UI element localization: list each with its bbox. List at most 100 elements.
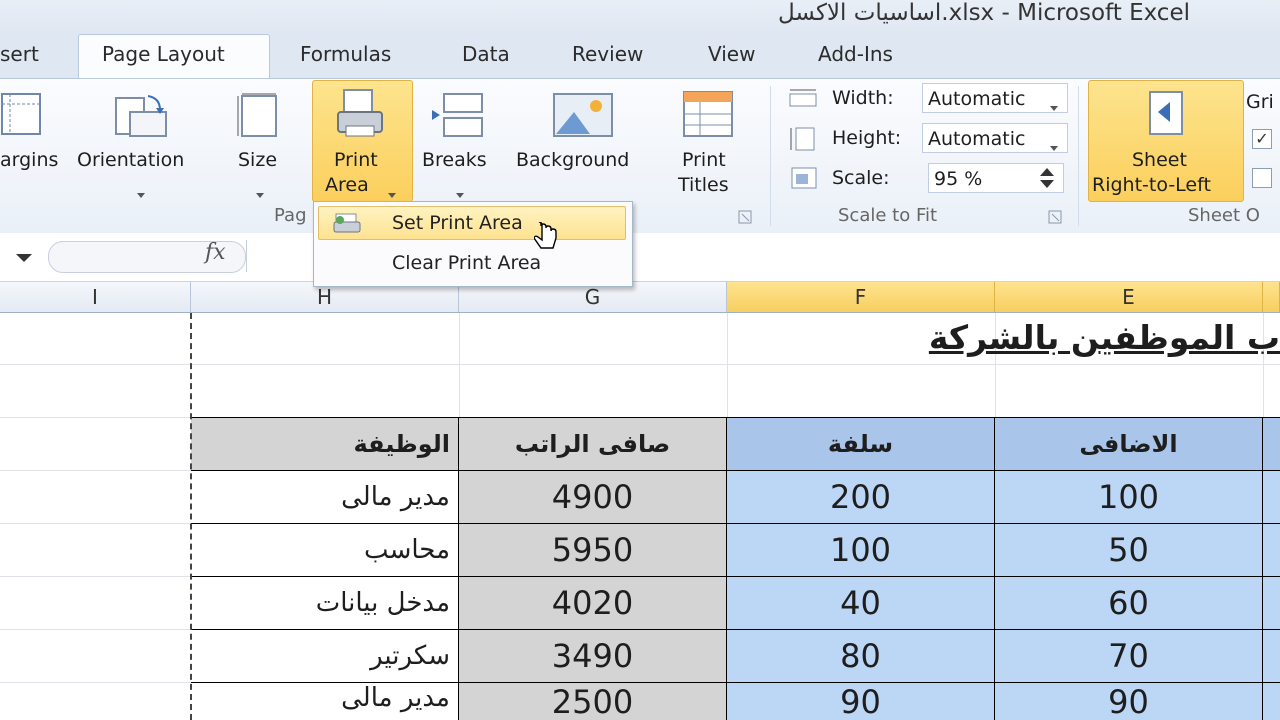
- window-title: اساسيات الاكسل.xlsx - Microsoft Excel: [778, 0, 1190, 26]
- column-header-d[interactable]: [1263, 282, 1280, 312]
- cell-net-salary[interactable]: 2500: [459, 683, 727, 720]
- orientation-label[interactable]: Orientation: [77, 148, 184, 173]
- tab-data[interactable]: Data: [462, 42, 510, 66]
- sheet-title: ب الموظفين بالشركة: [928, 318, 1280, 357]
- gridline: [0, 629, 191, 630]
- cell-advance[interactable]: 90: [727, 683, 995, 720]
- height-dropdown-icon[interactable]: [1050, 136, 1058, 155]
- cell-cut[interactable]: [1263, 524, 1280, 577]
- cell-net-salary[interactable]: 3490: [459, 630, 727, 683]
- insert-function-icon[interactable]: fx: [205, 240, 226, 265]
- header-extra[interactable]: الاضافى: [995, 417, 1263, 471]
- gridlines-label: Gri: [1246, 91, 1274, 113]
- tab-add-ins[interactable]: Add-Ins: [818, 42, 893, 66]
- background-icon[interactable]: [552, 92, 614, 140]
- margins-label[interactable]: argins: [0, 148, 58, 173]
- name-box-dropdown-icon[interactable]: [14, 252, 34, 264]
- print-area-label-line2: Area: [325, 174, 369, 196]
- gridline: [0, 523, 191, 524]
- gridline: [0, 576, 191, 577]
- print-titles-icon[interactable]: [680, 90, 736, 140]
- print-area-dropdown-icon[interactable]: [388, 183, 396, 202]
- header-cut-cell[interactable]: [1263, 417, 1280, 471]
- set-print-area-item[interactable]: Set Print Area: [392, 212, 523, 234]
- width-label: Width:: [832, 87, 894, 109]
- page-break-line: [190, 313, 192, 720]
- tab-view[interactable]: View: [708, 42, 755, 66]
- hand-cursor-icon: [534, 222, 557, 249]
- header-advance[interactable]: سلفة: [727, 417, 995, 471]
- page-setup-launcher-icon[interactable]: [738, 210, 752, 224]
- cell-net-salary[interactable]: 4020: [459, 577, 727, 630]
- cell-advance[interactable]: 40: [727, 577, 995, 630]
- column-header-i[interactable]: I: [0, 282, 191, 312]
- sheet-right-to-left-icon: [1149, 91, 1183, 135]
- gridlines-view-checkbox[interactable]: ✓: [1252, 129, 1272, 149]
- print-area-icon[interactable]: [334, 88, 388, 140]
- cell-advance[interactable]: 80: [727, 630, 995, 683]
- scale-value: 95 %: [934, 168, 983, 190]
- cell-job[interactable]: سكرتير: [191, 630, 459, 683]
- orientation-icon[interactable]: [112, 92, 170, 140]
- breaks-icon[interactable]: [430, 92, 490, 140]
- scale-icon: [791, 167, 817, 189]
- tab-formulas[interactable]: Formulas: [300, 42, 391, 66]
- page-setup-group-label: Pag: [274, 205, 307, 226]
- sheet-options-group-label: Sheet O: [1188, 205, 1260, 226]
- size-icon[interactable]: [236, 92, 286, 140]
- margins-icon[interactable]: [0, 92, 44, 136]
- cell-net-salary[interactable]: 5950: [459, 524, 727, 577]
- sheet-rtl-label-line2: Right-to-Left: [1092, 174, 1211, 196]
- header-job[interactable]: الوظيفة: [191, 417, 459, 471]
- gridlines-print-checkbox[interactable]: [1252, 168, 1272, 188]
- scale-label: Scale:: [832, 167, 890, 189]
- height-icon: [790, 127, 815, 151]
- cell-net-salary[interactable]: 4900: [459, 471, 727, 524]
- cell-advance[interactable]: 100: [727, 524, 995, 577]
- scale-spin-icon[interactable]: [1038, 166, 1056, 190]
- size-label[interactable]: Size: [238, 148, 277, 173]
- gridline: [0, 682, 191, 683]
- cell-extra[interactable]: 100: [995, 471, 1263, 524]
- scale-to-fit-launcher-icon[interactable]: [1048, 210, 1062, 224]
- breaks-label[interactable]: Breaks: [422, 148, 487, 173]
- group-separator: [1078, 86, 1079, 226]
- tab-review[interactable]: Review: [572, 42, 643, 66]
- breaks-dropdown-icon[interactable]: [456, 183, 464, 202]
- set-print-area-icon: [333, 213, 361, 233]
- height-select[interactable]: Automatic: [922, 123, 1068, 153]
- print-titles-label-line1[interactable]: Print: [682, 148, 726, 173]
- cell-advance[interactable]: 200: [727, 471, 995, 524]
- width-select[interactable]: Automatic: [922, 83, 1068, 113]
- tab-page-layout[interactable]: Page Layout: [102, 42, 225, 66]
- cell-job[interactable]: مدير مالى: [191, 471, 459, 524]
- cell-extra[interactable]: 60: [995, 577, 1263, 630]
- print-area-menu: Set Print Area Clear Print Area: [313, 201, 633, 287]
- cell-cut[interactable]: [1263, 630, 1280, 683]
- gridline: [0, 417, 191, 418]
- tab-insert[interactable]: sert: [0, 42, 39, 66]
- cell-extra[interactable]: 90: [995, 683, 1263, 720]
- clear-print-area-item[interactable]: Clear Print Area: [392, 252, 541, 274]
- cell-cut[interactable]: [1263, 683, 1280, 720]
- column-header-e[interactable]: E: [995, 282, 1263, 312]
- cell-job[interactable]: مدخل بيانات: [191, 577, 459, 630]
- header-net-salary[interactable]: صافى الراتب: [459, 417, 727, 471]
- cell-cut[interactable]: [1263, 577, 1280, 630]
- cell-job[interactable]: مدير مالى: [191, 683, 459, 720]
- width-value: Automatic: [928, 88, 1026, 110]
- cell-job[interactable]: محاسب: [191, 524, 459, 577]
- background-label[interactable]: Background: [516, 148, 629, 173]
- cell-extra[interactable]: 70: [995, 630, 1263, 683]
- column-header-f[interactable]: F: [727, 282, 995, 312]
- width-icon: [789, 89, 817, 107]
- scale-to-fit-group-label: Scale to Fit: [838, 205, 938, 226]
- gridline: [0, 364, 1280, 365]
- cell-extra[interactable]: 50: [995, 524, 1263, 577]
- size-dropdown-icon[interactable]: [256, 183, 264, 202]
- width-dropdown-icon[interactable]: [1050, 96, 1058, 115]
- cell-cut[interactable]: [1263, 471, 1280, 524]
- height-value: Automatic: [928, 128, 1026, 150]
- orientation-dropdown-icon[interactable]: [137, 183, 145, 202]
- print-titles-label-line2[interactable]: Titles: [678, 173, 729, 198]
